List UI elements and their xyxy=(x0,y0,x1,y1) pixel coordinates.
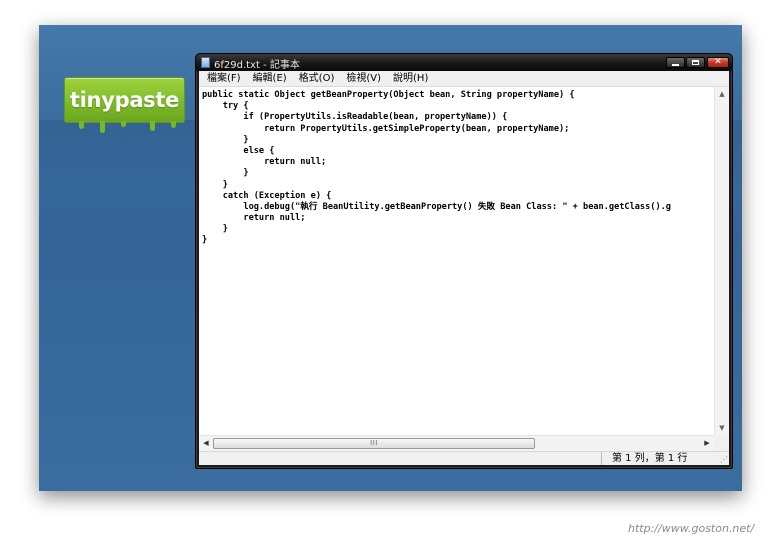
logo-drip xyxy=(79,121,84,129)
window-client: 檔案(F) 編輯(E) 格式(O) 檢視(V) 說明(H) public sta… xyxy=(199,71,729,465)
logo-text: tinypaste xyxy=(69,88,180,112)
maximize-button[interactable] xyxy=(686,57,705,68)
watermark-text: http://www.goston.net/ xyxy=(628,522,755,535)
code-line: } xyxy=(202,168,249,179)
scroll-right-icon[interactable]: ▶ xyxy=(700,436,714,451)
vertical-scrollbar[interactable]: ▲ ▼ xyxy=(714,87,729,435)
menu-help[interactable]: 說明(H) xyxy=(387,72,434,86)
cursor-position: 第 1 列，第 1 行 xyxy=(601,452,687,465)
resize-grip-icon[interactable]: ⋰ xyxy=(720,456,728,464)
tinypaste-logo[interactable]: tinypaste xyxy=(64,77,185,123)
close-button[interactable]: ✕ xyxy=(707,57,729,68)
code-line: try { xyxy=(202,101,249,112)
horizontal-scrollbar[interactable]: ◀ III ▶ xyxy=(199,435,714,451)
code-line: catch (Exception e) { xyxy=(202,190,332,201)
code-line: if (PropertyUtils.isReadable(bean, prope… xyxy=(202,112,508,123)
window-title: 6f29d.txt - 記事本 xyxy=(214,60,300,71)
logo-drip xyxy=(150,121,155,131)
logo-drip xyxy=(100,121,105,133)
text-editor[interactable]: public static Object getBeanProperty(Obj… xyxy=(199,87,714,435)
title-bar[interactable]: 6f29d.txt - 記事本 ✕ xyxy=(196,54,732,71)
close-icon: ✕ xyxy=(714,57,722,67)
scroll-up-icon[interactable]: ▲ xyxy=(715,87,729,101)
status-bar: 第 1 列，第 1 行 ⋰ xyxy=(199,451,729,465)
logo-drip xyxy=(121,121,126,127)
minimize-button[interactable] xyxy=(666,57,685,68)
code-line: log.debug("執行 BeanUtility.getBeanPropert… xyxy=(202,201,671,212)
menu-view[interactable]: 檢視(V) xyxy=(340,72,387,86)
code-line: } xyxy=(202,235,208,246)
code-line: return PropertyUtils.getSimpleProperty(b… xyxy=(202,123,570,134)
menu-edit[interactable]: 編輯(E) xyxy=(247,72,293,86)
notepad-window[interactable]: 6f29d.txt - 記事本 ✕ 檔案(F) 編輯(E) 格式(O) 檢視(V… xyxy=(195,53,733,469)
maximize-icon xyxy=(692,60,699,65)
menu-file[interactable]: 檔案(F) xyxy=(201,72,247,86)
minimize-icon xyxy=(672,63,679,66)
horizontal-scroll-thumb[interactable]: III xyxy=(213,438,535,449)
scroll-left-icon[interactable]: ◀ xyxy=(199,436,213,451)
scrollbar-corner xyxy=(714,435,729,451)
code-line: return null; xyxy=(202,213,306,224)
menu-format[interactable]: 格式(O) xyxy=(293,72,341,86)
code-line: } xyxy=(202,179,228,190)
scroll-grip-icon: III xyxy=(370,439,378,447)
code-line: public static Object getBeanProperty(Obj… xyxy=(202,90,575,100)
code-line: } xyxy=(202,224,228,235)
code-line: } xyxy=(202,134,249,145)
menu-bar: 檔案(F) 編輯(E) 格式(O) 檢視(V) 說明(H) xyxy=(199,71,729,87)
notepad-icon[interactable] xyxy=(201,57,210,68)
code-line: else { xyxy=(202,145,275,156)
logo-drip xyxy=(171,121,176,128)
code-line: return null; xyxy=(202,157,327,168)
scroll-down-icon[interactable]: ▼ xyxy=(715,421,729,435)
